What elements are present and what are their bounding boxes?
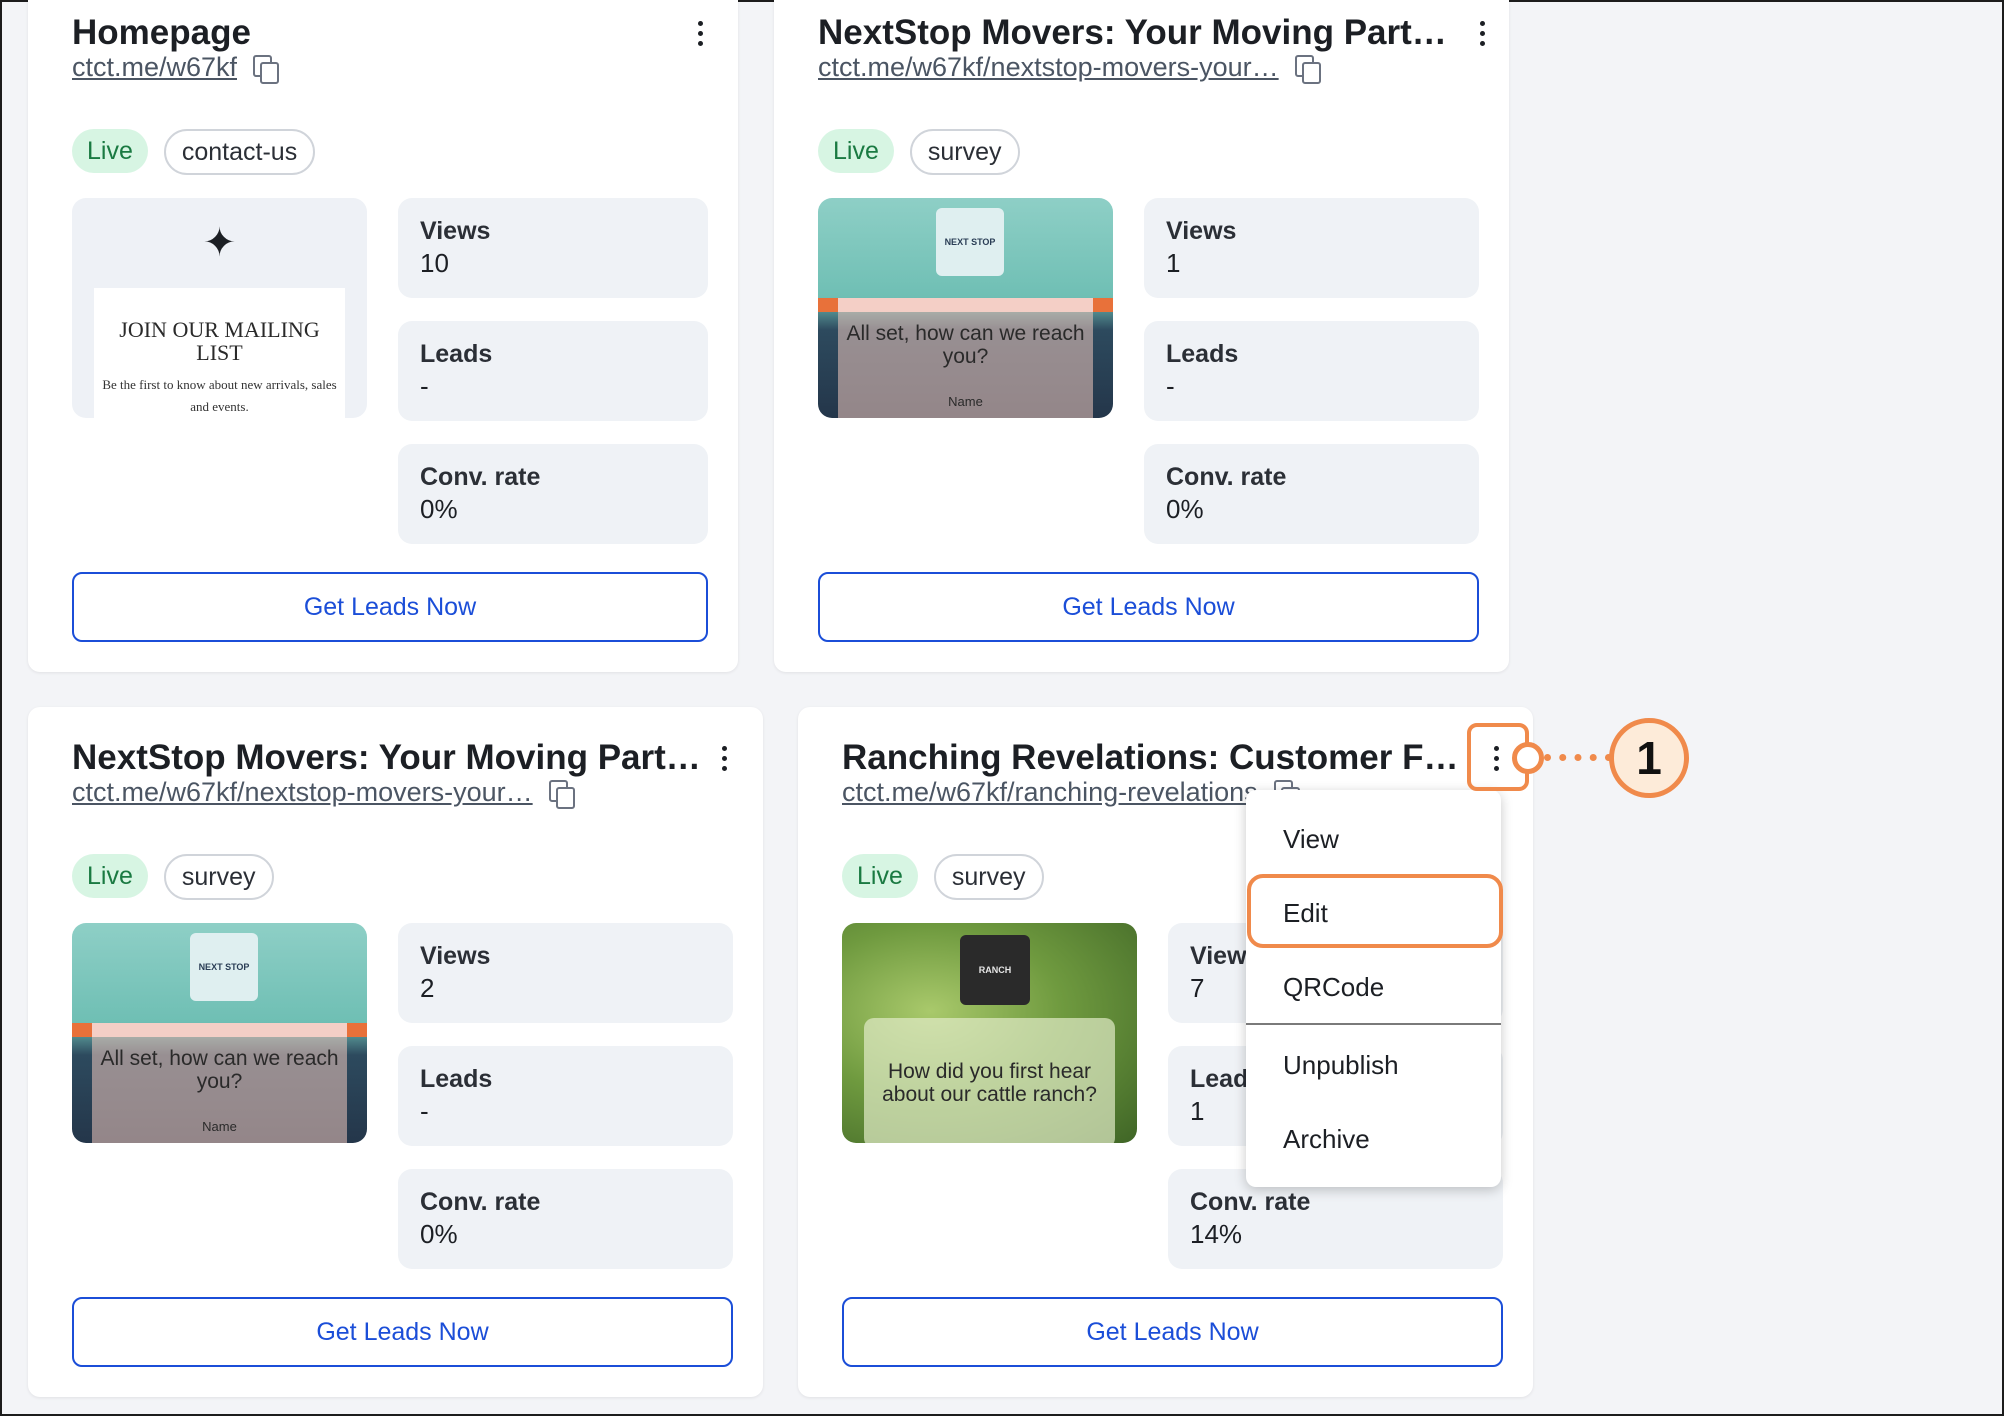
page-card: NextStop Movers: Your Moving Partne… ctc… — [28, 707, 763, 1397]
stat-label: Views — [420, 217, 491, 245]
page-url-link[interactable]: ctct.me/w67kf/nextstop-movers-your… — [72, 777, 533, 808]
stat-label: Views — [420, 942, 491, 970]
type-tag: contact-us — [163, 129, 316, 175]
thumbnail-question: All set, how can we reach you? Name — [838, 312, 1093, 418]
get-leads-button[interactable]: Get Leads Now — [842, 1297, 1503, 1367]
sparkle-icon: ✦ — [202, 221, 237, 265]
views-stat: Views 2 — [398, 923, 733, 1023]
leads-stat: Leads - — [398, 1046, 733, 1146]
stat-label: Conv. rate — [420, 463, 541, 491]
get-leads-button[interactable]: Get Leads Now — [72, 572, 708, 642]
status-badge: Live — [842, 854, 918, 898]
callout-badge: 1 — [1609, 718, 1689, 798]
url-row: ctct.me/w67kf/ranching-revelations — [842, 777, 1300, 809]
menu-item-archive[interactable]: Archive — [1246, 1109, 1501, 1169]
page-thumbnail[interactable]: NEXT STOP All set, how can we reach you?… — [72, 923, 367, 1143]
stat-label: Leads — [420, 340, 493, 368]
tags-row: Live survey — [842, 854, 1044, 900]
menu-item-unpublish[interactable]: Unpublish — [1246, 1035, 1501, 1095]
conv-rate-stat: Conv. rate 0% — [398, 1169, 733, 1269]
actions-menu: View Edit QRCode Unpublish Archive — [1246, 790, 1501, 1187]
stat-value: - — [420, 1096, 429, 1126]
type-tag: survey — [909, 129, 1020, 175]
card-title[interactable]: Ranching Revelations: Customer Feed… — [842, 737, 1464, 779]
tags-row: Live survey — [72, 854, 274, 900]
leads-stat: Leads - — [1144, 321, 1479, 421]
views-stat: Views 1 — [1144, 198, 1479, 298]
card-title[interactable]: Homepage — [72, 12, 632, 54]
menu-item-view[interactable]: View — [1246, 809, 1501, 869]
stat-label: Leads — [1166, 340, 1239, 368]
menu-item-qrcode[interactable]: QRCode — [1246, 957, 1501, 1017]
thumbnail-question: All set, how can we reach you? Name — [92, 1037, 347, 1143]
more-options-icon[interactable] — [688, 12, 712, 54]
stat-label: Views — [1166, 217, 1237, 245]
url-row: ctct.me/w67kf — [72, 52, 280, 84]
stat-value: 14% — [1190, 1219, 1243, 1249]
field-label: Name — [948, 394, 983, 409]
page-url-link[interactable]: ctct.me/w67kf/ranching-revelations — [842, 777, 1258, 808]
get-leads-button[interactable]: Get Leads Now — [818, 572, 1479, 642]
page-url-link[interactable]: ctct.me/w67kf/nextstop-movers-your… — [818, 52, 1279, 83]
stat-value: 0% — [420, 1219, 458, 1249]
tags-row: Live contact-us — [72, 129, 316, 175]
page-thumbnail[interactable]: ✦ JOIN OUR MAILING LIST Be the first to … — [72, 198, 367, 418]
thumbnail-text: Be the first to know about new arrivals,… — [102, 377, 337, 414]
thumbnail-question: How did you first hear about our cattle … — [864, 1018, 1115, 1143]
page-card: NextStop Movers: Your Moving Partne… ctc… — [774, 0, 1509, 672]
leads-stat: Leads - — [398, 321, 708, 421]
stat-label: Conv. rate — [1166, 463, 1287, 491]
ranch-logo: RANCH — [960, 935, 1030, 1005]
movers-logo: NEXT STOP — [190, 933, 258, 1001]
menu-divider — [1246, 1023, 1501, 1025]
page-url-link[interactable]: ctct.me/w67kf — [72, 52, 237, 83]
conv-rate-stat: Conv. rate 0% — [1144, 444, 1479, 544]
card-title[interactable]: NextStop Movers: Your Moving Partne… — [72, 737, 712, 779]
progress-bar — [72, 1023, 367, 1037]
callout-anchor — [1512, 742, 1544, 774]
stat-value: 2 — [420, 973, 435, 1003]
stat-value: 0% — [1166, 494, 1204, 524]
type-tag: survey — [933, 854, 1044, 900]
status-badge: Live — [818, 129, 894, 173]
question-text: All set, how can we reach you? — [846, 322, 1085, 368]
stat-value: - — [1166, 371, 1175, 401]
stat-label: Conv. rate — [1190, 1188, 1311, 1216]
more-options-icon[interactable] — [1470, 12, 1494, 54]
thumbnail-heading: JOIN OUR MAILING LIST — [119, 317, 320, 365]
stat-value: 0% — [420, 494, 458, 524]
progress-bar — [818, 298, 1113, 312]
stat-value: - — [420, 371, 429, 401]
stat-label: Leads — [420, 1065, 493, 1093]
stat-value: 1 — [1166, 248, 1181, 278]
more-options-icon[interactable] — [1484, 737, 1508, 779]
field-label: Name — [202, 1119, 237, 1134]
menu-item-edit[interactable]: Edit — [1246, 883, 1501, 943]
page-card: Homepage ctct.me/w67kf Live contact-us ✦… — [28, 0, 738, 672]
conv-rate-stat: Conv. rate 0% — [398, 444, 708, 544]
card-title[interactable]: NextStop Movers: Your Moving Partne… — [818, 12, 1458, 54]
thumbnail-panel: JOIN OUR MAILING LIST Be the first to kn… — [94, 288, 345, 418]
copy-icon[interactable] — [253, 54, 280, 84]
status-badge: Live — [72, 854, 148, 898]
stat-label: Conv. rate — [420, 1188, 541, 1216]
url-row: ctct.me/w67kf/nextstop-movers-your… — [72, 777, 575, 809]
tags-row: Live survey — [818, 129, 1020, 175]
stat-value: 10 — [420, 248, 449, 278]
copy-icon[interactable] — [1294, 54, 1321, 84]
type-tag: survey — [163, 854, 274, 900]
status-badge: Live — [72, 129, 148, 173]
page-thumbnail[interactable]: NEXT STOP All set, how can we reach you?… — [818, 198, 1113, 418]
url-row: ctct.me/w67kf/nextstop-movers-your… — [818, 52, 1321, 84]
more-options-icon[interactable] — [712, 737, 736, 779]
movers-logo: NEXT STOP — [936, 208, 1004, 276]
copy-icon[interactable] — [548, 779, 575, 809]
question-text: All set, how can we reach you? — [100, 1047, 339, 1093]
get-leads-button[interactable]: Get Leads Now — [72, 1297, 733, 1367]
page-thumbnail[interactable]: RANCH How did you first hear about our c… — [842, 923, 1137, 1143]
callout-connector — [1544, 754, 1612, 761]
views-stat: Views 10 — [398, 198, 708, 298]
